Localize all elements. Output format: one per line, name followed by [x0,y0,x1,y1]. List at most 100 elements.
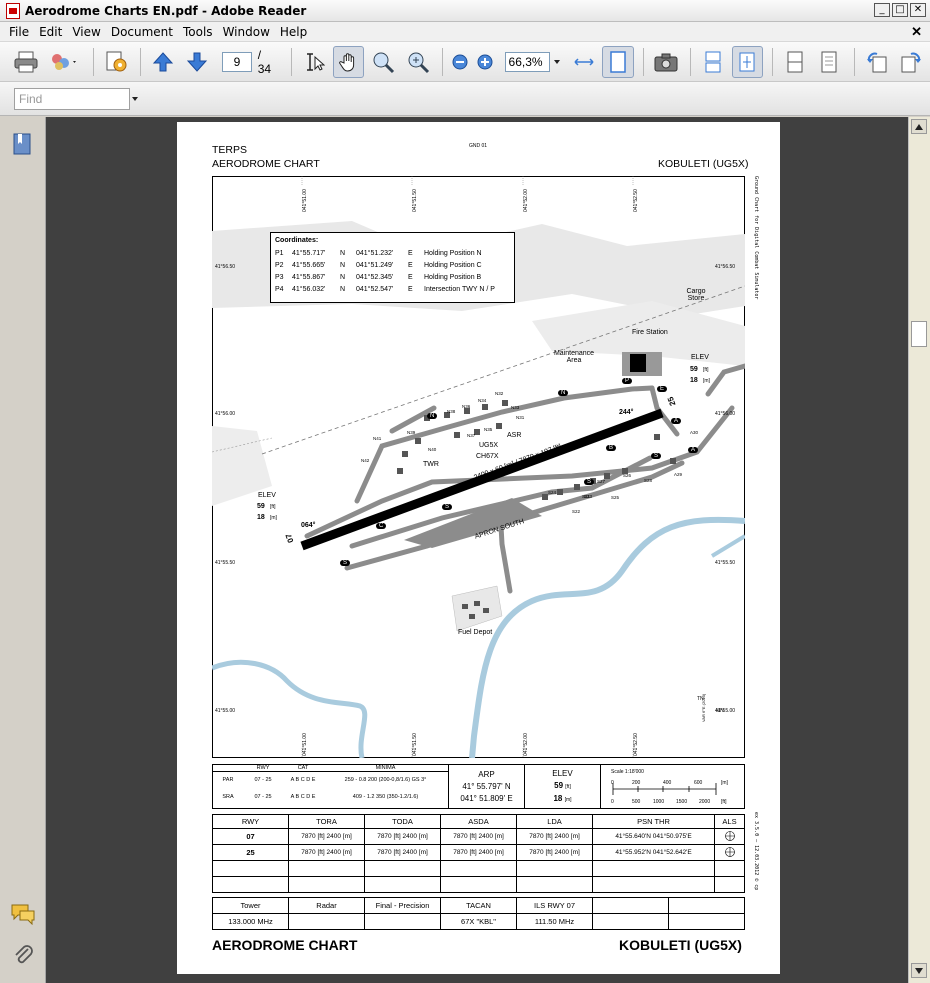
twy-badge: E [657,386,668,392]
menu-edit[interactable]: Edit [34,25,67,39]
scroll-up-icon[interactable] [911,119,927,134]
scrolling-mode-icon[interactable] [697,46,728,78]
scale-ft-tick: 500 [632,799,641,805]
zoom-dropdown-icon[interactable] [553,59,560,64]
marquee-zoom-icon[interactable] [367,46,398,78]
stand-label: N38 [447,409,456,414]
minima-cell: A B C D E [290,777,316,784]
side-footer-note: ex 3.5.0 — 12.03.2012 © cp [753,812,759,891]
find-dropdown-icon[interactable] [132,97,138,101]
minimize-button[interactable]: _ [874,3,890,17]
menu-document[interactable]: Document [106,25,178,39]
hand-tool-icon[interactable] [332,45,365,78]
elev-label-east: ELEV [691,354,709,361]
dynamic-zoom-icon[interactable] [402,46,433,78]
menu-file[interactable]: File [4,25,34,39]
lon-label: 041°51.50 [412,189,418,212]
zoom-level-input[interactable]: 66,3% [504,51,550,72]
lat-label: 41°56.50 [215,264,236,270]
twy-badge: S [584,479,595,485]
chart-type-title: AERODROME CHART [212,158,320,170]
document-close-icon[interactable]: ✕ [911,24,922,40]
print-icon[interactable] [10,46,41,78]
stand-label: N39 [407,430,416,435]
freq-cell: 111.50 MHz [516,913,593,930]
scroll-down-icon[interactable] [911,963,927,978]
twy-badge: B [606,445,617,451]
minima-cell: 259 - 0.8 200 (200-0,8/1.6) GS 3° [344,777,427,784]
find-input[interactable]: Find [14,88,130,110]
vertical-scrollbar[interactable] [908,117,930,983]
rwy-cell: 7870 [ft] 2400 [m] [516,844,593,861]
scale-m-tick: 0 [611,780,614,786]
tower-label: TWR [423,461,439,468]
continuous-page-icon[interactable] [814,46,845,78]
rwy-head: ASDA [440,814,517,829]
frequencies-table: Tower Radar Final - Precision TACAN ILS … [212,897,745,930]
comments-icon[interactable] [10,903,36,928]
menu-view[interactable]: View [67,25,105,39]
menu-bar: File Edit View Document Tools Window Hel… [0,22,930,42]
stand-label: N40 [428,447,437,452]
rwy-cell: 7870 [ft] 2400 [m] [440,828,517,845]
side-note: Ground Chart for Digital Combat Simulato… [753,176,759,300]
minima-cell: PAR [222,777,234,784]
title-bar: Aerodrome Charts EN.pdf - Adobe Reader _… [0,0,930,22]
arp-title: ARP [478,769,495,779]
settings-gear-icon[interactable] [100,46,131,78]
rwy-cell: 7870 [ft] 2400 [m] [364,828,441,845]
collaborate-icon[interactable] [44,46,83,78]
elev-box-ft-unit: [ft] [565,783,571,790]
menu-help[interactable]: Help [275,25,312,39]
stand-label: S26 [623,473,632,478]
arp-lon: 041° 51.809' E [460,793,513,803]
heading-west: 064° [301,522,316,529]
zoom-out-icon[interactable] [449,46,471,78]
twy-badge: C [376,523,387,529]
attachments-paperclip-icon[interactable] [12,943,34,970]
coords-title: Coordinates: [275,237,319,244]
page-number-input[interactable]: 9 [222,51,252,72]
fit-page-icon[interactable] [602,45,634,78]
navigation-panel [0,117,46,983]
elev-m-unit: [m] [270,515,277,521]
toolbar-separator [140,47,142,76]
lon-label: 041°52.00 [523,189,529,212]
als-cell [714,844,745,861]
menu-tools[interactable]: Tools [178,25,218,39]
next-page-icon[interactable] [182,46,213,78]
snapshot-camera-icon[interactable] [650,46,681,78]
close-button[interactable]: ✕ [910,3,926,17]
freq-head: Final - Precision [364,897,441,914]
menu-window[interactable]: Window [218,25,275,39]
single-page-mode-icon[interactable] [731,45,764,78]
rwy-cell: 41°55.952'N 041°52.642'E [592,844,715,861]
toolbar-separator [690,47,692,76]
elev-m-west: 18 [257,514,265,521]
toolbar-separator [291,47,293,76]
previous-page-icon[interactable] [147,46,178,78]
minima-cell: 409 - 1.2 350 (350-1.2/1.6) [352,794,419,800]
stand-label: N31 [516,415,525,420]
chart-airport-header: KOBULETI (UG5X) [658,158,749,170]
rwy-head: ALS [714,814,745,829]
rotate-left-icon[interactable] [861,46,892,78]
freq-head [592,897,669,914]
scrollbar-thumb[interactable] [911,321,927,347]
stand-label: N42 [361,458,370,463]
select-text-icon[interactable] [298,46,329,78]
magnetic-north-label: MN [716,708,724,714]
maximize-button[interactable]: □ [892,3,908,17]
stand-label: S23 [584,494,593,499]
rotate-right-icon[interactable] [896,46,927,78]
zoom-in-icon[interactable] [474,46,496,78]
elev-box-title: ELEV [552,768,573,778]
fit-width-icon[interactable] [568,46,599,78]
two-up-icon[interactable] [779,46,810,78]
stand-label: S24 [548,490,557,495]
bookmarks-icon[interactable] [12,133,32,158]
stand-label: N33 [511,405,520,410]
minima-cell: 07 - 25 [254,794,272,800]
twy-badge: N [427,413,438,419]
stand-label: S22 [572,509,581,514]
